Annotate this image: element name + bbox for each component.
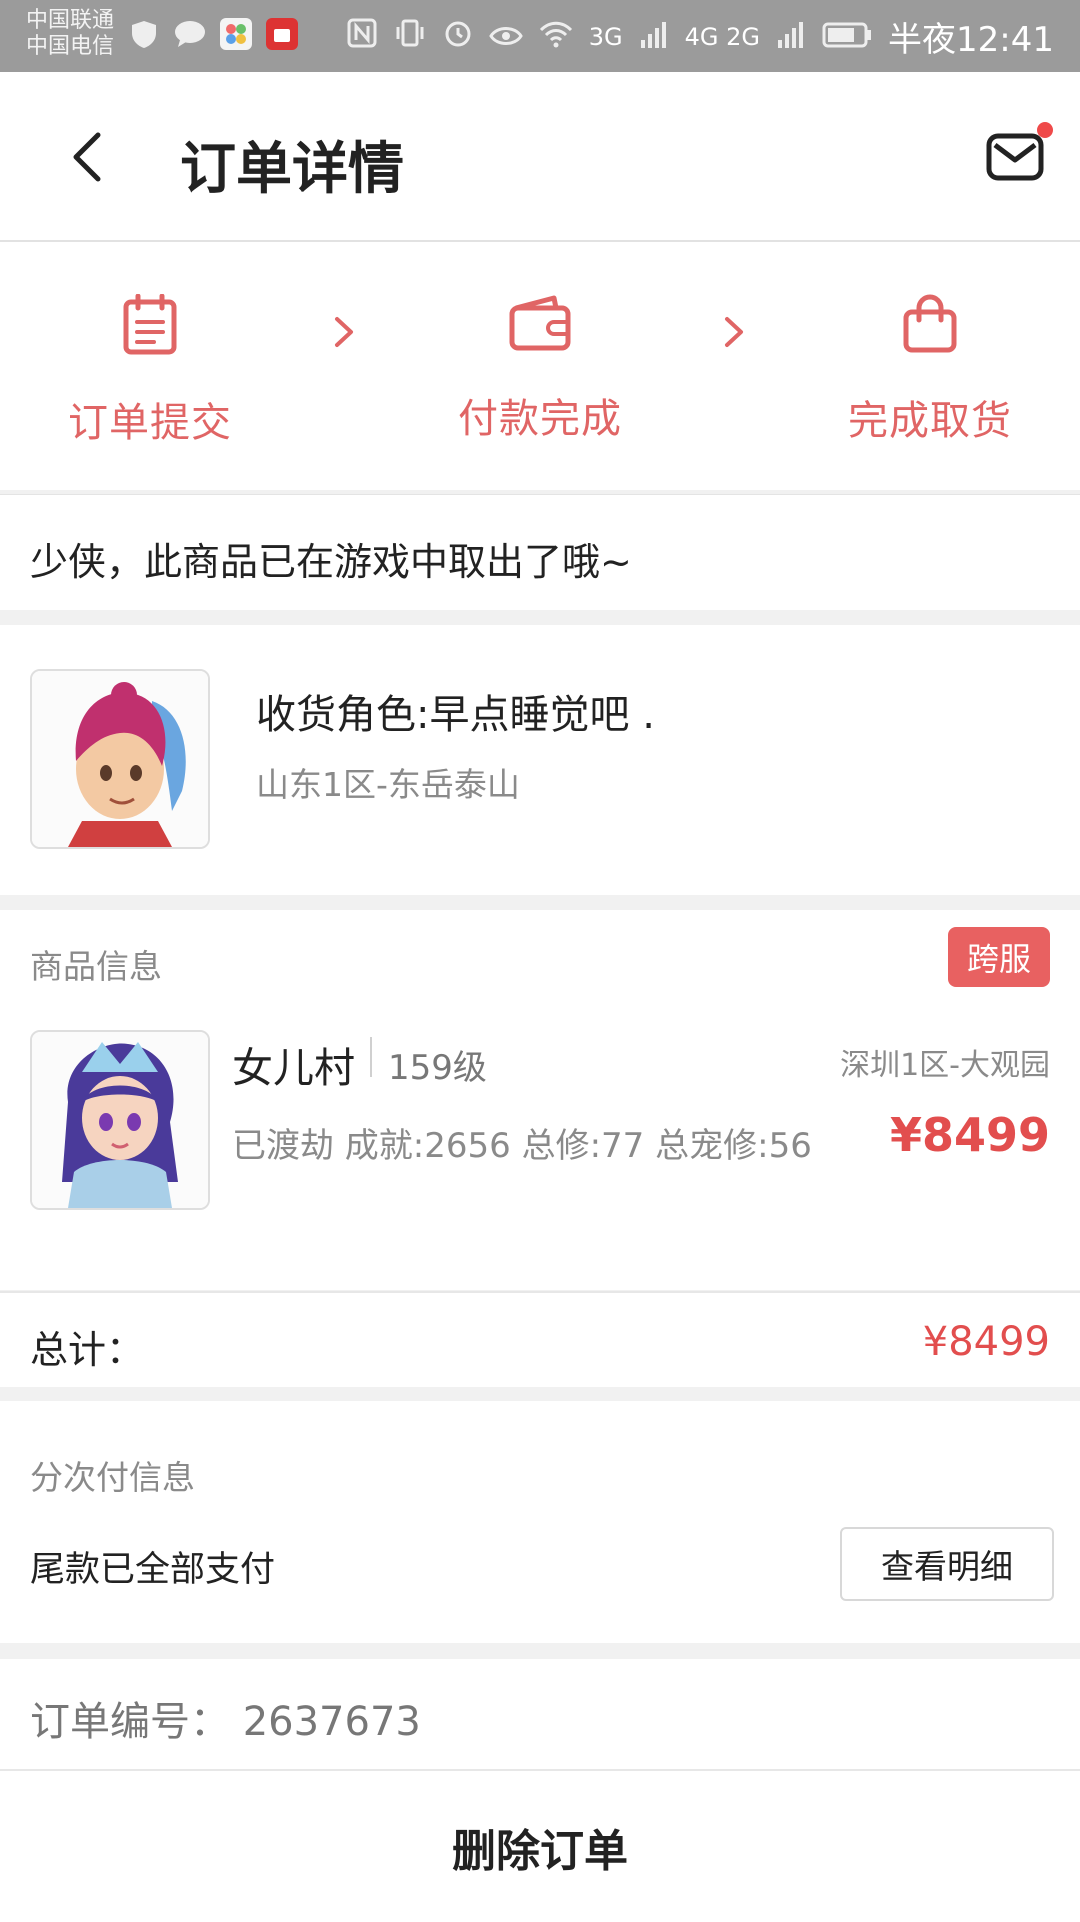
nfc-icon bbox=[347, 17, 377, 57]
signal-icon bbox=[639, 17, 669, 57]
cross-server-badge: 跨服 bbox=[948, 927, 1050, 987]
carrier-2: 中国电信 bbox=[26, 34, 115, 59]
product-section-label: 商品信息 bbox=[30, 947, 162, 986]
bottom-action-bar: 删除订单 bbox=[0, 1769, 1080, 1922]
alarm-icon bbox=[443, 17, 473, 57]
battery-icon bbox=[822, 17, 872, 57]
signal-icon-2 bbox=[776, 17, 806, 57]
notice-text: 少侠，此商品已在游戏中取出了哦~ bbox=[30, 540, 632, 584]
chat-bubble-icon bbox=[174, 18, 206, 50]
vibrate-icon bbox=[393, 17, 427, 57]
product-server: 深圳1区-大观园 bbox=[840, 1048, 1050, 1083]
product-avatar bbox=[30, 1030, 210, 1210]
photos-app-icon bbox=[220, 18, 252, 50]
eye-comfort-icon bbox=[489, 17, 523, 57]
view-details-button[interactable]: 查看明细 bbox=[840, 1527, 1054, 1601]
product-divider bbox=[370, 1037, 372, 1077]
chevron-left-icon bbox=[73, 132, 101, 182]
shopping-bag-icon bbox=[903, 294, 957, 353]
step-label: 完成取货 bbox=[848, 398, 1012, 444]
step-label: 订单提交 bbox=[68, 400, 232, 446]
step-pickup-complete: 完成取货 bbox=[805, 242, 1055, 446]
store-app-icon bbox=[266, 18, 298, 50]
clipboard-icon bbox=[123, 293, 177, 355]
wifi-icon bbox=[539, 17, 573, 57]
network-type-1: 3G bbox=[588, 22, 623, 51]
shield-icon bbox=[128, 18, 160, 50]
total-row: 总计： ¥8499 bbox=[0, 1291, 1080, 1387]
carrier-info: 中国联通 中国电信 bbox=[26, 8, 114, 60]
product-level: 159级 bbox=[388, 1048, 487, 1088]
back-button[interactable] bbox=[56, 122, 116, 192]
step-label: 付款完成 bbox=[458, 396, 622, 442]
order-number: 订单编号： 2637673 bbox=[30, 1699, 421, 1745]
app-header: 订单详情 bbox=[0, 72, 1080, 242]
notification-icons bbox=[128, 18, 298, 50]
clock: 半夜12:41 bbox=[888, 20, 1054, 60]
order-progress: 订单提交 付款完成 完成取货 bbox=[0, 242, 1080, 490]
step-order-submitted: 订单提交 bbox=[25, 242, 275, 448]
total-value: ¥8499 bbox=[922, 1319, 1050, 1365]
receiver-avatar bbox=[30, 669, 210, 849]
pickup-notice: 少侠，此商品已在游戏中取出了哦~ bbox=[0, 494, 1080, 610]
system-status-icons: 3G 4G 2G 半夜12:41 bbox=[347, 12, 1054, 61]
product-info-card: 商品信息 跨服 女儿村 159级 深圳1区-大观园 已渡劫 成就:2656 总修… bbox=[0, 910, 1080, 1290]
order-number-row: 订单编号： 2637673 bbox=[0, 1659, 1080, 1769]
installment-card: 分次付信息 尾款已全部支付 查看明细 bbox=[0, 1401, 1080, 1643]
unread-dot bbox=[1037, 122, 1053, 138]
installment-status: 尾款已全部支付 bbox=[30, 1550, 276, 1590]
chevron-right-icon bbox=[722, 314, 746, 354]
receiver-card: 收货角色:早点睡觉吧 . 山东1区-东岳泰山 bbox=[0, 625, 1080, 895]
installment-label: 分次付信息 bbox=[30, 1458, 195, 1497]
envelope-icon bbox=[986, 133, 1044, 181]
step-payment-complete: 付款完成 bbox=[415, 242, 665, 444]
total-label: 总计： bbox=[30, 1328, 145, 1372]
receiver-role: 收货角色:早点睡觉吧 . bbox=[256, 692, 655, 738]
carrier-1: 中国联通 bbox=[26, 8, 115, 33]
wallet-icon bbox=[509, 295, 571, 351]
product-name: 女儿村 bbox=[232, 1044, 355, 1092]
chevron-right-icon bbox=[332, 314, 356, 354]
messages-button[interactable] bbox=[985, 122, 1055, 192]
receiver-server: 山东1区-东岳泰山 bbox=[256, 765, 520, 804]
product-stats: 已渡劫 成就:2656 总修:77 总宠修:56 bbox=[232, 1126, 812, 1166]
page-title: 订单详情 bbox=[180, 137, 404, 202]
network-type-2: 4G 2G bbox=[684, 22, 761, 51]
delete-order-button[interactable]: 删除订单 bbox=[0, 1771, 1080, 1922]
status-bar: 中国联通 中国电信 3G 4G 2G 半夜12:41 bbox=[0, 0, 1080, 72]
product-price: ¥8499 bbox=[889, 1108, 1050, 1162]
